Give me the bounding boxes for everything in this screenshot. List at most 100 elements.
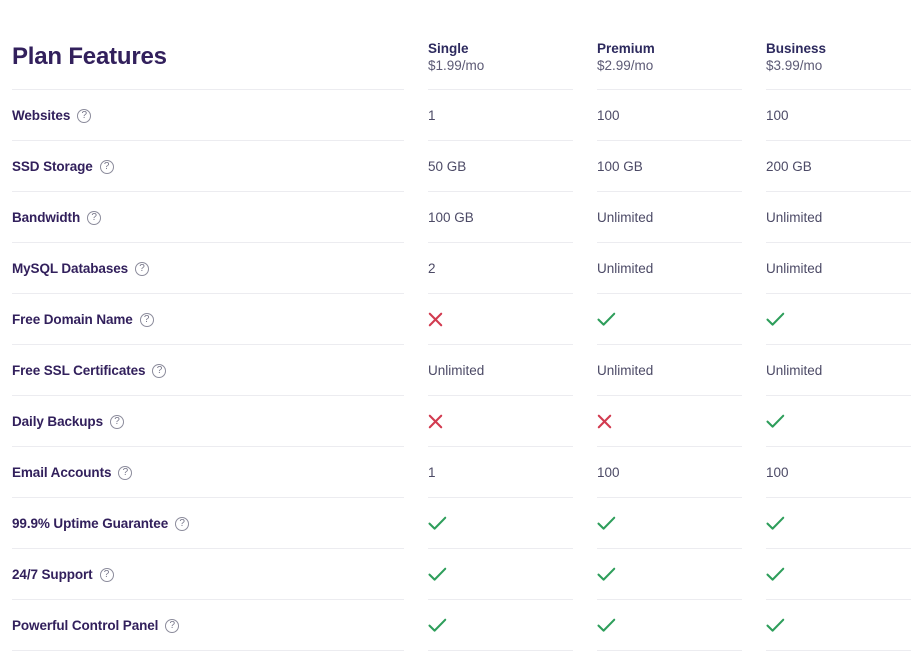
table-row: Bandwidth 100 GB Unlimited Unlimited — [0, 192, 920, 243]
value-text: 100 — [766, 465, 789, 480]
value-text: Unlimited — [597, 261, 654, 276]
value-cell-premium: 100 GB — [597, 141, 757, 192]
value-cell-business: 200 GB — [766, 141, 920, 192]
value-cell-premium: 100 — [597, 447, 757, 498]
value-text: Unlimited — [766, 210, 823, 225]
plan-price: $2.99/mo — [597, 58, 654, 73]
feature-label: Bandwidth — [12, 210, 81, 225]
feature-cell: Free Domain Name — [12, 294, 154, 345]
table-row: MySQL Databases 2 Unlimited Unlimited — [0, 243, 920, 294]
value-cell-business — [766, 600, 920, 651]
help-circle-icon[interactable] — [175, 516, 190, 531]
check-icon — [597, 567, 616, 582]
help-circle-icon[interactable] — [152, 363, 167, 378]
table-row: Free Domain Name — [0, 294, 920, 345]
value-cell-premium — [597, 396, 757, 447]
value-cell-single: 2 — [428, 243, 588, 294]
feature-label: Email Accounts — [12, 465, 112, 480]
help-circle-icon[interactable] — [165, 618, 180, 633]
value-text: 1 — [428, 108, 436, 123]
value-cell-single — [428, 294, 588, 345]
row-divider-single — [428, 650, 573, 651]
help-circle-icon[interactable] — [99, 567, 114, 582]
feature-cell: Powerful Control Panel — [12, 600, 180, 651]
cross-icon — [428, 312, 443, 327]
plan-column-header-premium: Premium $2.99/mo — [597, 40, 757, 75]
page-title: Plan Features — [12, 43, 167, 70]
feature-cell: SSD Storage — [12, 141, 114, 192]
value-cell-single: 1 — [428, 447, 588, 498]
plan-features-comparison-table: Plan Features Single $1.99/mo Premium $2… — [0, 0, 920, 661]
value-text: 100 GB — [428, 210, 474, 225]
value-cell-premium: Unlimited — [597, 345, 757, 396]
feature-label: SSD Storage — [12, 159, 93, 174]
value-cell-single — [428, 600, 588, 651]
plan-column-header-single: Single $1.99/mo — [428, 40, 588, 75]
table-row: Daily Backups — [0, 396, 920, 447]
plan-price: $1.99/mo — [428, 58, 485, 73]
feature-label: Free Domain Name — [12, 312, 133, 327]
feature-label: 24/7 Support — [12, 567, 93, 582]
value-cell-business: Unlimited — [766, 345, 920, 396]
feature-label: Free SSL Certificates — [12, 363, 146, 378]
table-row: Powerful Control Panel — [0, 600, 920, 651]
value-text: 100 — [597, 108, 620, 123]
row-divider-business — [766, 650, 911, 651]
check-icon — [597, 618, 616, 633]
feature-label: MySQL Databases — [12, 261, 129, 276]
help-circle-icon[interactable] — [99, 159, 114, 174]
plan-name: Business — [766, 41, 827, 56]
table-header: Plan Features Single $1.99/mo Premium $2… — [0, 0, 920, 90]
value-cell-single — [428, 498, 588, 549]
value-cell-business: Unlimited — [766, 243, 920, 294]
value-cell-single: 1 — [428, 90, 588, 141]
value-cell-single: 100 GB — [428, 192, 588, 243]
help-circle-icon[interactable] — [139, 312, 154, 327]
cross-icon — [597, 414, 612, 429]
feature-cell: MySQL Databases — [12, 243, 150, 294]
help-circle-icon[interactable] — [135, 261, 150, 276]
table-row: Email Accounts 1 100 100 — [0, 447, 920, 498]
value-text: 2 — [428, 261, 436, 276]
feature-cell: 99.9% Uptime Guarantee — [12, 498, 190, 549]
feature-label: Daily Backups — [12, 414, 103, 429]
table-row: Free SSL Certificates Unlimited Unlimited U… — [0, 345, 920, 396]
value-text: 100 — [597, 465, 620, 480]
value-cell-single — [428, 549, 588, 600]
feature-cell: 24/7 Support — [12, 549, 114, 600]
feature-label: 99.9% Uptime Guarantee — [12, 516, 169, 531]
row-divider-premium — [597, 650, 742, 651]
value-cell-premium — [597, 294, 757, 345]
feature-cell: Bandwidth — [12, 192, 102, 243]
value-text: Unlimited — [597, 210, 654, 225]
check-icon — [597, 312, 616, 327]
help-circle-icon[interactable] — [87, 210, 102, 225]
value-text: 100 GB — [597, 159, 643, 174]
check-icon — [766, 312, 785, 327]
feature-cell: Websites — [12, 90, 92, 141]
plan-name: Premium — [597, 41, 655, 56]
value-text: 1 — [428, 465, 436, 480]
value-text: Unlimited — [428, 363, 485, 378]
feature-cell: Email Accounts — [12, 447, 133, 498]
cross-icon — [428, 414, 443, 429]
feature-label: Powerful Control Panel — [12, 618, 159, 633]
value-cell-business — [766, 498, 920, 549]
check-icon — [766, 414, 785, 429]
help-circle-icon[interactable] — [110, 414, 124, 429]
check-icon — [428, 618, 447, 633]
plan-name: Single — [428, 41, 469, 56]
value-text: 200 GB — [766, 159, 812, 174]
help-circle-icon[interactable] — [118, 465, 133, 480]
value-cell-business — [766, 396, 920, 447]
value-cell-business — [766, 294, 920, 345]
row-divider-feature — [12, 650, 404, 651]
help-circle-icon[interactable] — [77, 108, 92, 123]
table-row: 24/7 Support — [0, 549, 920, 600]
value-text: 50 GB — [428, 159, 467, 174]
value-cell-business: Unlimited — [766, 192, 920, 243]
value-cell-single: 50 GB — [428, 141, 588, 192]
value-cell-premium: Unlimited — [597, 192, 757, 243]
value-cell-premium: Unlimited — [597, 243, 757, 294]
feature-cell: Free SSL Certificates — [12, 345, 167, 396]
